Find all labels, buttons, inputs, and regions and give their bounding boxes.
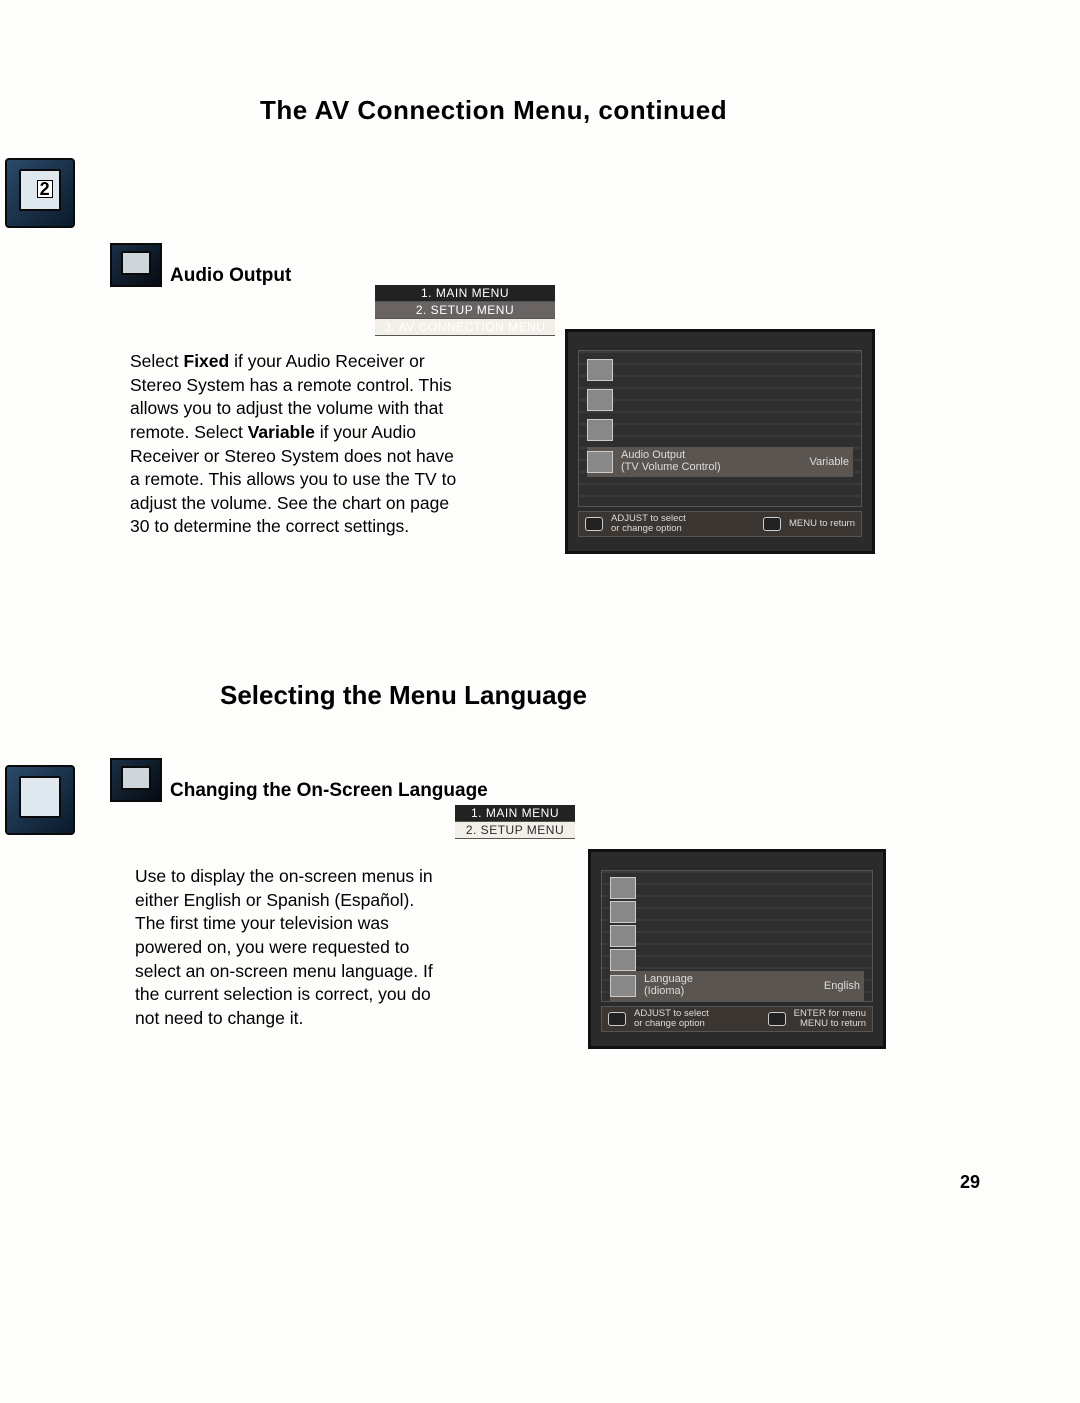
- tv-icon: [5, 765, 75, 835]
- section-number-badge: 2: [37, 180, 53, 198]
- adjust-icon: [608, 1012, 626, 1026]
- menu-path-step-1: 1. MAIN MENU: [375, 285, 555, 302]
- osd-body: Language (Idioma) English: [601, 870, 873, 1002]
- body-text-audio-output: Select Fixed if your Audio Receiver or S…: [130, 350, 465, 539]
- osd-row-icon: [587, 419, 613, 441]
- menu-path-step-1: 1. MAIN MENU: [455, 805, 575, 822]
- osd-row-value: English: [824, 980, 864, 992]
- enter-icon: [768, 1012, 786, 1026]
- osd-row-icon: [610, 925, 636, 947]
- osd-footer: ADJUST to select or change option ENTER …: [601, 1006, 873, 1032]
- osd-footer-right: MENU to return: [789, 519, 855, 529]
- osd-screenshot-setup-menu: Language (Idioma) English ADJUST to sele…: [588, 849, 886, 1049]
- osd-row-icon: [587, 359, 613, 381]
- body-text-language: Use to display the on-screen menus in ei…: [135, 865, 445, 1030]
- osd-row-icon: [610, 949, 636, 971]
- menu-path-step-2: 2. SETUP MENU: [375, 302, 555, 319]
- section-number-icon: 2: [5, 158, 75, 228]
- osd-row-icon: [587, 451, 613, 473]
- page-number: 29: [960, 1172, 980, 1193]
- osd-row-label: Language (Idioma): [644, 974, 824, 997]
- osd-screenshot-av-connection: Audio Output (TV Volume Control) Variabl…: [565, 329, 875, 554]
- osd-row-icon: [587, 389, 613, 411]
- tv-icon: [110, 243, 162, 287]
- osd-footer-right: ENTER for menu MENU to return: [794, 1009, 866, 1029]
- osd-row-icon: [610, 901, 636, 923]
- osd-row-label: Audio Output (TV Volume Control): [621, 450, 809, 473]
- tv-icon: [110, 758, 162, 802]
- osd-body: Audio Output (TV Volume Control) Variabl…: [578, 350, 862, 507]
- adjust-icon: [585, 517, 603, 531]
- menu-path: 1. MAIN MENU 2. SETUP MENU 3. AV CONNECT…: [375, 285, 555, 336]
- page-title-2: Selecting the Menu Language: [220, 680, 587, 711]
- osd-row-value: Variable: [809, 456, 853, 468]
- subhead-language: Changing the On-Screen Language: [170, 780, 488, 802]
- menu-path-step-2: 2. SETUP MENU: [455, 822, 575, 839]
- osd-footer: ADJUST to select or change option MENU t…: [578, 511, 862, 537]
- page-title-1: The AV Connection Menu, continued: [260, 95, 727, 126]
- menu-path-step-3: 3. AV CONNECTION MENU: [375, 319, 555, 336]
- osd-footer-left: ADJUST to select or change option: [611, 514, 755, 534]
- menu-icon: [763, 517, 781, 531]
- subhead-audio-output: Audio Output: [170, 265, 291, 287]
- osd-row-icon: [610, 975, 636, 997]
- osd-footer-left: ADJUST to select or change option: [634, 1009, 760, 1029]
- osd-row-icon: [610, 877, 636, 899]
- menu-path: 1. MAIN MENU 2. SETUP MENU: [455, 805, 575, 839]
